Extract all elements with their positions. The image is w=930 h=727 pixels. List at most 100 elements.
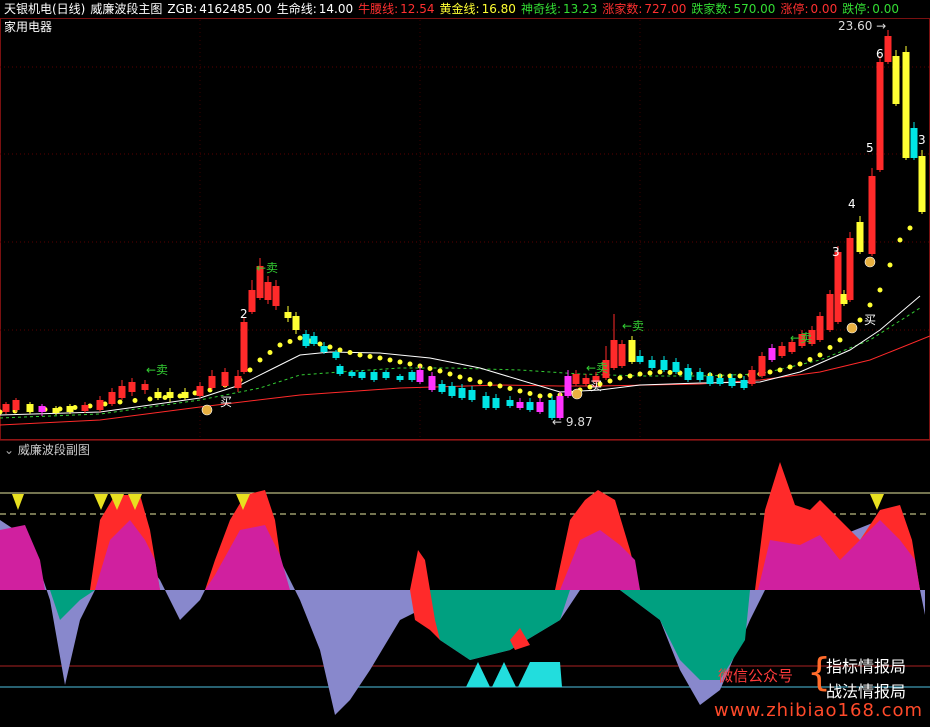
candle-body-29	[332, 352, 340, 358]
candle-body-76	[816, 316, 824, 340]
candle-body-16	[208, 376, 216, 388]
yellow-dot	[457, 374, 463, 380]
yellow-dot	[777, 367, 783, 373]
candle-body-34	[382, 372, 390, 378]
yellow-dot	[827, 345, 833, 350]
candle-body-17	[221, 372, 229, 386]
candle-body-46	[516, 402, 524, 408]
coin-marker-1	[571, 388, 583, 400]
sell-label-1: ←卖	[256, 261, 278, 275]
yellow-dot	[132, 398, 138, 403]
candle-body-0	[2, 404, 10, 412]
candle-body-2	[26, 404, 34, 412]
candle-body-56	[610, 340, 618, 368]
yellow-dot	[117, 399, 123, 405]
candle-body-7	[96, 400, 104, 410]
yellow-dot	[357, 352, 363, 358]
candle-body-42	[468, 390, 476, 400]
candle-body-6	[81, 405, 89, 411]
candle-body-86	[902, 52, 910, 158]
candle-body-81	[856, 222, 864, 252]
candle-body-87	[910, 128, 918, 158]
yellow-dot	[797, 361, 803, 367]
candle-body-80	[846, 238, 854, 300]
candle-body-47	[526, 402, 534, 410]
sell-label-2: ←卖	[586, 361, 608, 375]
candle-body-35	[396, 376, 404, 380]
yellow-dot	[867, 302, 873, 308]
candle-body-51	[564, 376, 572, 396]
candle-body-88	[918, 156, 926, 212]
high-price-label: 23.60 →	[838, 19, 886, 33]
candle-body-1	[12, 400, 20, 410]
candle-body-41	[458, 388, 466, 398]
sell-label-0: ←卖	[146, 363, 168, 377]
yellow-dot	[817, 352, 823, 358]
yellow-dot	[657, 369, 663, 375]
yellow-dot	[767, 369, 773, 375]
candle-body-52	[572, 374, 580, 384]
candle-body-69	[748, 370, 756, 384]
yellow-dot	[0, 409, 3, 415]
yellow-dot	[887, 262, 893, 268]
yellow-dot	[877, 287, 883, 293]
candle-body-43	[482, 396, 490, 408]
yellow-dot	[257, 357, 263, 363]
yellow-dot	[857, 317, 863, 323]
candle-body-36	[408, 372, 416, 380]
candle-body-14	[181, 392, 189, 398]
candle-body-79	[840, 294, 848, 304]
yellow-dot	[497, 383, 503, 389]
candle-body-57	[618, 344, 626, 366]
candle-number-2: 4	[848, 197, 856, 211]
candle-body-59	[636, 356, 644, 362]
candle-body-83	[876, 62, 884, 170]
yellow-dot	[337, 347, 343, 353]
yellow-dot	[527, 391, 533, 396]
candle-body-37	[416, 370, 424, 382]
candle-body-82	[868, 176, 876, 254]
candle-body-45	[506, 400, 514, 406]
yellow-dot	[897, 237, 903, 243]
candle-body-5	[66, 406, 74, 412]
candle-body-48	[536, 402, 544, 412]
candle-body-66	[716, 378, 724, 384]
yellow-dot	[517, 388, 523, 394]
candle-body-11	[141, 384, 149, 390]
green-dashed-line	[0, 307, 921, 419]
low-price-label: ← 9.87	[552, 415, 593, 429]
yellow-dot	[447, 371, 453, 377]
candle-body-20	[248, 290, 256, 312]
candle-body-9	[118, 386, 126, 398]
watermark-line2: 战法情报局	[826, 682, 907, 701]
yellow-dot	[507, 386, 513, 391]
yellow-dot	[477, 379, 483, 385]
candle-body-84	[884, 36, 892, 62]
candle-body-60	[648, 360, 656, 368]
candle-number-5: 3	[918, 133, 926, 147]
sub-panel-title[interactable]: ⌄ 威廉波段副图	[4, 441, 90, 459]
yellow-dot	[147, 396, 153, 402]
pink-area-1	[0, 525, 45, 590]
yellow-dot	[377, 355, 383, 361]
candle-body-30	[336, 366, 344, 374]
candle-number-4: 6	[876, 47, 884, 61]
yellow-dot	[467, 377, 473, 382]
candle-body-8	[108, 392, 116, 404]
candle-body-67	[728, 378, 736, 386]
candle-body-38	[428, 376, 436, 390]
yellow-dot	[317, 341, 323, 347]
candle-body-58	[628, 340, 636, 362]
yellow-dot	[647, 370, 653, 376]
yellow-dot	[607, 378, 613, 384]
candle-body-24	[284, 312, 292, 318]
candle-body-23	[272, 286, 280, 306]
yellow-dot	[287, 339, 293, 344]
yellow-dot	[397, 359, 403, 365]
yellow-dot	[907, 225, 913, 231]
coin-marker-0	[201, 404, 213, 416]
yellow-dot	[737, 373, 743, 379]
chart-canvas[interactable]: ←卖←卖←卖←卖←卖买买买23456323.60 →← 9.87	[0, 0, 930, 727]
candle-body-13	[166, 392, 174, 398]
yellow-dot	[667, 370, 673, 375]
